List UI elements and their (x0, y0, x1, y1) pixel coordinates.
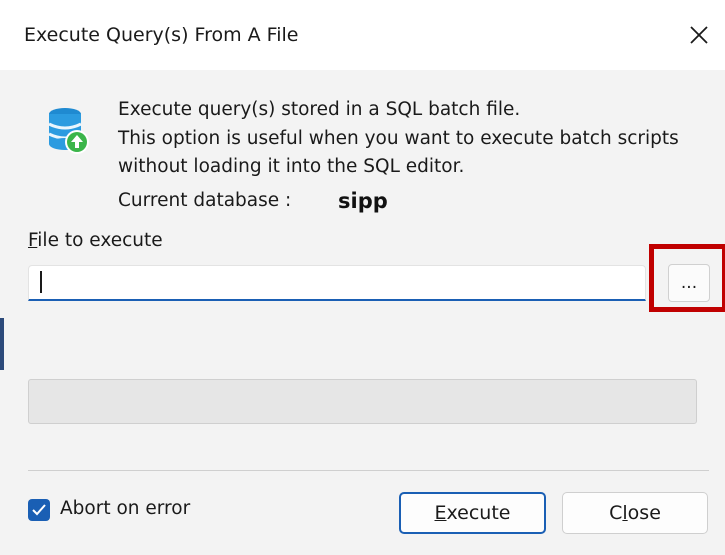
current-database-label: Current database : (118, 190, 292, 211)
info-text-line-2: This option is useful when you want to e… (118, 128, 679, 149)
window-edge (0, 318, 4, 370)
abort-on-error-label[interactable]: Abort on error (60, 498, 190, 519)
execute-query-dialog: Execute Query(s) From A File Execute que… (0, 0, 725, 555)
checkmark-icon (32, 504, 46, 516)
execute-label: xecute (446, 502, 511, 524)
browse-file-button[interactable]: ... (668, 264, 710, 302)
close-button[interactable]: Close (562, 492, 708, 534)
file-path-input[interactable] (28, 265, 646, 301)
title-bar: Execute Query(s) From A File (0, 0, 725, 70)
text-caret (40, 271, 42, 293)
close-label-rest: ose (627, 502, 661, 524)
abort-on-error-checkbox[interactable] (28, 499, 50, 521)
close-label-pre: C (609, 502, 623, 524)
file-label-text: ile to execute (37, 230, 163, 251)
info-text-line-3: without loading it into the SQL editor. (118, 156, 465, 177)
window-title: Execute Query(s) From A File (24, 24, 299, 46)
database-upload-icon (46, 104, 92, 156)
execute-access-key: E (434, 502, 447, 524)
file-label-access-key: F (28, 230, 38, 251)
file-to-execute-label: File to execute (28, 230, 163, 251)
info-text-line-1: Execute query(s) stored in a SQL batch f… (118, 99, 521, 120)
current-database-value: sipp (338, 189, 388, 213)
progress-bar (28, 379, 697, 424)
separator (28, 470, 709, 471)
execute-button[interactable]: Execute (399, 492, 546, 534)
close-icon[interactable] (682, 18, 716, 52)
